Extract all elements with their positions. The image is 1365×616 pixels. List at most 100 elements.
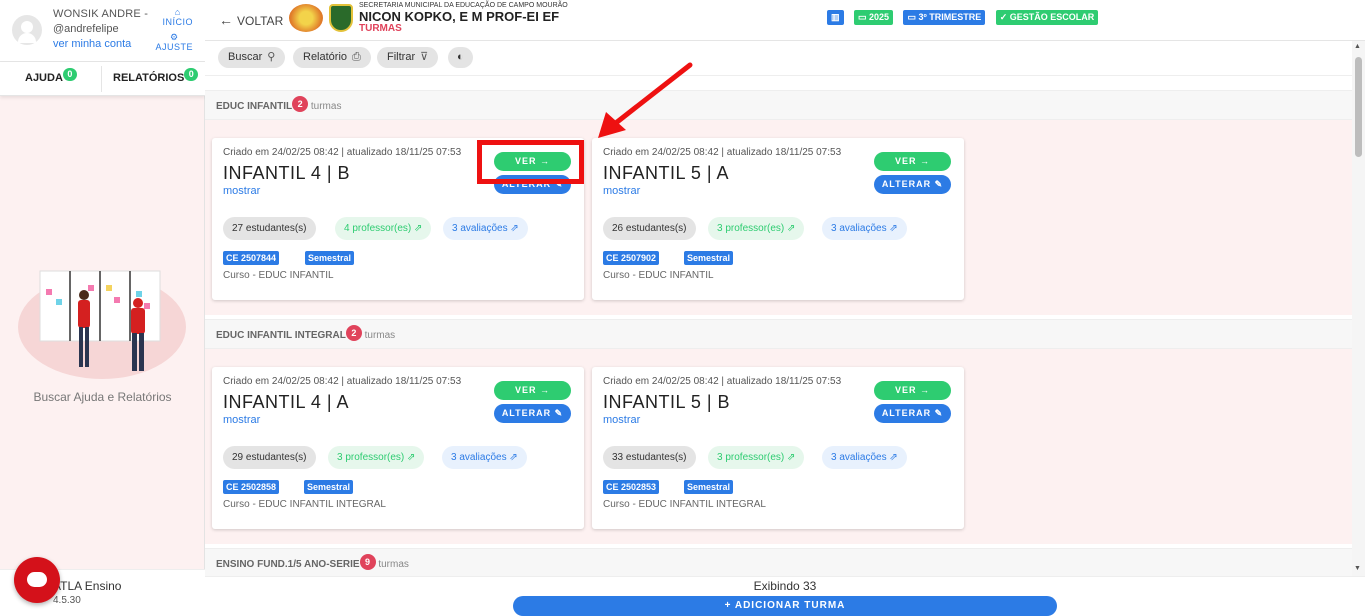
tab-reports-label: RELATÓRIOS [113, 72, 185, 84]
scrollbar-thumb[interactable] [1355, 57, 1362, 157]
app-version: 4.5.30 [53, 595, 81, 606]
printer-icon: ⎙ [352, 51, 361, 63]
external-link-icon: ⇗ [889, 452, 898, 463]
report-label: Relatório [303, 51, 348, 63]
class-name: INFANTIL 5 | A [603, 163, 730, 183]
contrast-toggle[interactable]: ◐ [448, 47, 473, 68]
management-label: GESTÃO ESCOLAR [1009, 12, 1095, 22]
city-crest-logo [329, 4, 353, 32]
evaluations-label: 3 avaliações [831, 452, 887, 463]
tab-reports[interactable]: RELATÓRIOS 0 [113, 68, 199, 84]
view-button[interactable]: VER → [874, 152, 951, 171]
evaluations-pill[interactable]: 3 avaliações ⇗ [822, 217, 907, 240]
external-link-icon: ⇗ [407, 452, 416, 463]
course-name: Curso - EDUC INFANTIL [223, 270, 334, 281]
section-suffix: turmas [364, 330, 396, 341]
section-header: EDUC INFANTIL 2 turmas [205, 90, 1352, 120]
evaluations-pill[interactable]: 3 avaliações ⇗ [442, 446, 527, 469]
edit-button[interactable]: ALTERAR ✎ [494, 404, 571, 423]
section-suffix: turmas [378, 559, 409, 570]
external-link-icon: ⇗ [787, 223, 796, 234]
external-link-icon: ⇗ [414, 223, 423, 234]
term-label: 3º TRIMESTRE [918, 12, 982, 22]
external-link-icon: ⇗ [510, 223, 519, 234]
profile-link[interactable]: ver minha conta [53, 38, 131, 50]
class-name: INFANTIL 4 | A [223, 392, 350, 412]
external-link-icon: ⇗ [509, 452, 518, 463]
edit-button[interactable]: ALTERAR ✎ [494, 175, 571, 194]
class-name: INFANTIL 4 | B [223, 163, 351, 183]
filter-icon: ⊽ [420, 51, 429, 63]
sidebar: WONSIK ANDRE - @andrefelipe ver minha co… [0, 0, 205, 615]
show-more-link[interactable]: mostrar [223, 185, 260, 197]
students-pill: 29 estudantes(s) [223, 446, 316, 469]
home-label: INÍCIO [162, 17, 193, 27]
view-button[interactable]: VER → [494, 152, 571, 171]
management-chip[interactable]: ✓ GESTÃO ESCOLAR [995, 10, 1099, 25]
class-card: Criado em 24/02/25 08:42 | atualizado 18… [212, 367, 584, 529]
show-more-link[interactable]: mostrar [603, 414, 640, 426]
top-bar: ← VOLTAR SECRETARIA MUNICIPAL DA EDUCAÇÃO… [205, 0, 1365, 41]
evaluations-pill[interactable]: 3 avaliações ⇗ [822, 446, 907, 469]
back-label: VOLTAR [237, 14, 284, 28]
home-link[interactable]: ⌂ INÍCIO [162, 7, 193, 28]
showing-count: Exibindo 33 [753, 579, 817, 593]
report-button[interactable]: Relatório ⎙ [293, 47, 371, 68]
user-handle: @andrefelipe [53, 23, 119, 35]
help-count-badge: 0 [62, 68, 77, 81]
search-label: Buscar [228, 51, 263, 63]
card-meta: Criado em 24/02/25 08:42 | atualizado 18… [603, 147, 842, 158]
external-link-icon: ⇗ [889, 223, 898, 234]
section-title: ENSINO FUND.1/5 ANO-SERIE [216, 559, 360, 570]
class-name: INFANTIL 5 | B [603, 392, 731, 412]
home-icon: ⌂ [174, 7, 181, 17]
teachers-pill[interactable]: 3 professor(es) ⇗ [708, 446, 805, 469]
edit-button[interactable]: ALTERAR ✎ [874, 404, 951, 423]
period-tag: Semestral [304, 480, 354, 494]
view-button[interactable]: VER → [494, 381, 571, 400]
add-class-button[interactable]: + ADICIONAR TURMA [513, 596, 1057, 616]
filter-button[interactable]: Filtrar ⊽ [377, 47, 439, 68]
avatar[interactable] [12, 15, 42, 45]
page-subtitle: TURMAS [359, 23, 402, 34]
evaluations-pill[interactable]: 3 avaliações ⇗ [443, 217, 528, 240]
section-header: ENSINO FUND.1/5 ANO-SERIE 9 turmas [205, 548, 1352, 576]
class-code-tag: CE 2507902 [603, 251, 660, 265]
secretaria-name: SECRETARIA MUNICIPAL DA EDUCAÇÃO DE CAMP… [359, 2, 568, 9]
evaluations-label: 3 avaliações [451, 452, 507, 463]
scroll-up-arrow-icon[interactable]: ▲ [1354, 43, 1361, 50]
filter-label: Filtrar [387, 51, 416, 63]
view-button[interactable]: VER → [874, 381, 951, 400]
teachers-pill[interactable]: 4 professor(es) ⇗ [335, 217, 432, 240]
edit-button[interactable]: ALTERAR ✎ [874, 175, 951, 194]
teachers-pill[interactable]: 3 professor(es) ⇗ [328, 446, 425, 469]
settings-link[interactable]: ⚙ AJUSTE [155, 33, 193, 53]
year-chip[interactable]: ▭ 2025 [853, 10, 894, 25]
secretaria-logo [289, 4, 323, 32]
teachers-label: 3 professor(es) [717, 452, 785, 463]
section-title: EDUC INFANTIL INTEGRAL [216, 330, 346, 341]
show-more-link[interactable]: mostrar [223, 414, 260, 426]
section-count-badge: 2 [292, 96, 309, 112]
context-chips: ▥ ▭ 2025 ▭ 3º TRIMESTRE ✓ GESTÃO ESCOLAR [827, 10, 1104, 28]
term-chip[interactable]: ▭ 3º TRIMESTRE [903, 10, 986, 25]
tab-divider [101, 66, 102, 92]
help-illustration [18, 270, 186, 379]
chart-icon-chip[interactable]: ▥ [827, 10, 844, 25]
card-meta: Criado em 24/02/25 08:42 | atualizado 18… [603, 376, 842, 387]
section-title: EDUC INFANTIL [216, 101, 293, 112]
tab-help[interactable]: AJUDA 0 [25, 68, 77, 84]
back-button[interactable]: ← VOLTAR [219, 12, 283, 28]
teachers-label: 3 professor(es) [337, 452, 405, 463]
section-count-badge: 2 [345, 325, 362, 341]
search-button[interactable]: Buscar ⚲ [218, 47, 286, 68]
sidebar-tabs: AJUDA 0 RELATÓRIOS 0 [0, 62, 205, 96]
scroll-down-arrow-icon[interactable]: ▼ [1354, 565, 1361, 572]
show-more-link[interactable]: mostrar [603, 185, 640, 197]
user-panel: WONSIK ANDRE - @andrefelipe ver minha co… [0, 0, 205, 62]
chat-bubble-button[interactable] [14, 557, 60, 603]
card-meta: Criado em 24/02/25 08:42 | atualizado 18… [223, 376, 462, 387]
teachers-pill[interactable]: 3 professor(es) ⇗ [708, 217, 805, 240]
course-name: Curso - EDUC INFANTIL INTEGRAL [603, 499, 766, 510]
students-pill: 27 estudantes(s) [223, 217, 316, 240]
